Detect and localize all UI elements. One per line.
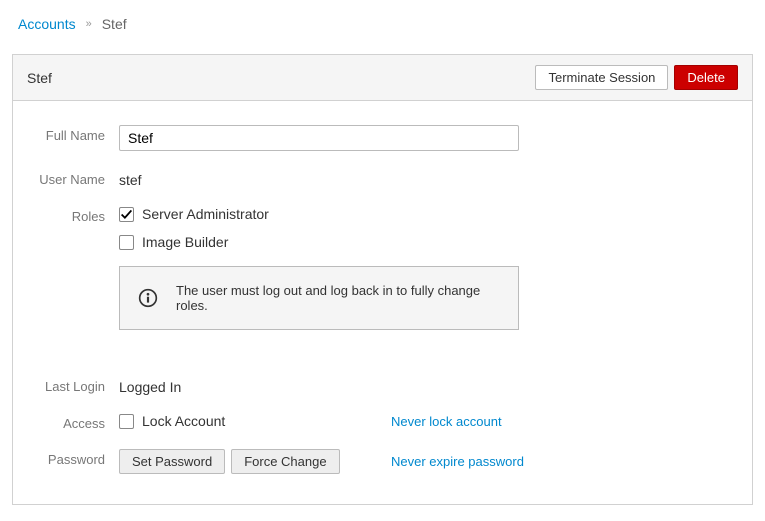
user-name-value: stef xyxy=(119,169,734,188)
lock-account-checkbox-label: Lock Account xyxy=(142,413,225,429)
image-builder-checkbox-label: Image Builder xyxy=(142,234,228,250)
panel-header: Stef Terminate Session Delete xyxy=(13,55,752,101)
roles-info-text: The user must log out and log back in to… xyxy=(176,283,500,313)
never-expire-password-link[interactable]: Never expire password xyxy=(391,454,524,469)
panel-body: Full Name User Name stef Roles Server Ad… xyxy=(13,101,752,504)
breadcrumb-current: Stef xyxy=(102,16,127,32)
user-name-label: User Name xyxy=(31,169,119,187)
server-admin-checkbox-label: Server Administrator xyxy=(142,206,269,222)
set-password-button[interactable]: Set Password xyxy=(119,449,225,474)
never-lock-account-link[interactable]: Never lock account xyxy=(391,414,502,429)
server-admin-checkbox[interactable] xyxy=(119,207,134,222)
lock-account-checkbox[interactable] xyxy=(119,414,134,429)
account-panel: Stef Terminate Session Delete Full Name … xyxy=(12,54,753,505)
password-label: Password xyxy=(31,449,119,467)
delete-button[interactable]: Delete xyxy=(674,65,738,90)
full-name-label: Full Name xyxy=(31,125,119,143)
header-actions: Terminate Session Delete xyxy=(535,65,738,90)
info-icon xyxy=(138,288,158,308)
access-label: Access xyxy=(31,413,119,431)
roles-info-box: The user must log out and log back in to… xyxy=(119,266,519,330)
terminate-session-button[interactable]: Terminate Session xyxy=(535,65,668,90)
roles-label: Roles xyxy=(31,206,119,224)
breadcrumb-separator-icon: » xyxy=(86,18,92,30)
last-login-value: Logged In xyxy=(119,376,734,395)
breadcrumb: Accounts » Stef xyxy=(12,16,753,32)
breadcrumb-root-link[interactable]: Accounts xyxy=(18,16,76,32)
page-title: Stef xyxy=(27,70,52,86)
force-change-button[interactable]: Force Change xyxy=(231,449,339,474)
image-builder-checkbox[interactable] xyxy=(119,235,134,250)
last-login-label: Last Login xyxy=(31,376,119,394)
full-name-input[interactable] xyxy=(119,125,519,151)
